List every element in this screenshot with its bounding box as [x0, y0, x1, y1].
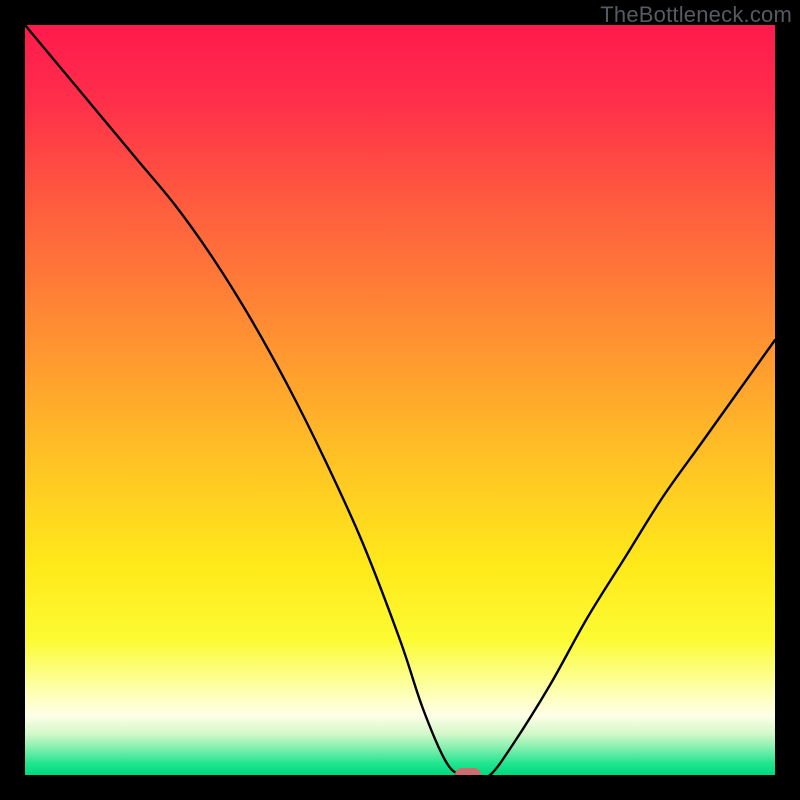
bottleneck-marker	[455, 768, 481, 775]
watermark-text: TheBottleneck.com	[600, 2, 792, 28]
plot-area	[25, 25, 775, 775]
bottleneck-curve	[25, 25, 775, 775]
chart-frame: TheBottleneck.com	[0, 0, 800, 800]
